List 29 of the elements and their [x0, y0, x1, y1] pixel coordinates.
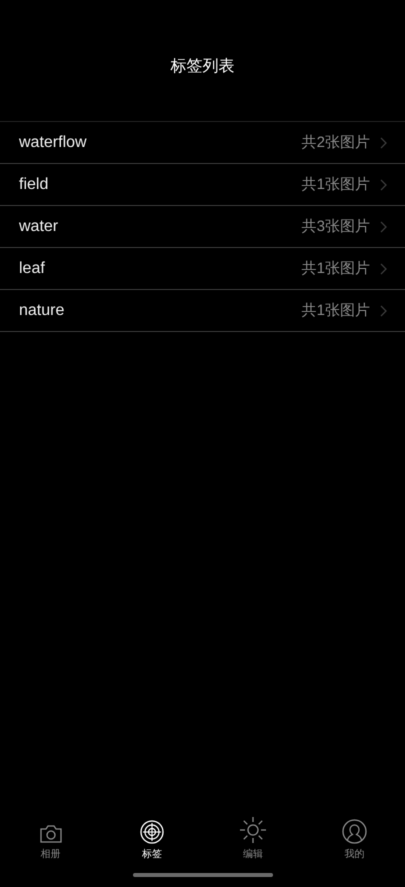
tab-button[interactable]: 我的	[304, 813, 405, 863]
tag-row[interactable]: field 共1张图片	[0, 164, 405, 206]
chevron-icon	[380, 262, 387, 274]
tab-button[interactable]: 标签	[101, 813, 202, 863]
photo-count: 共1张图片	[302, 175, 370, 194]
sun-icon	[239, 816, 268, 844]
target-icon	[140, 820, 164, 844]
tag-row[interactable]: waterflow 共2张图片	[0, 122, 405, 164]
tab-button[interactable]: 编辑	[202, 813, 304, 863]
page-title: 标签列表	[170, 56, 234, 77]
tag-name: leaf	[19, 260, 46, 278]
tag-name: field	[19, 176, 50, 194]
tag-row[interactable]: leaf 共1张图片	[0, 248, 405, 290]
camera-icon	[38, 824, 63, 844]
tag-row[interactable]: nature 共1张图片	[0, 290, 405, 332]
tag-row[interactable]: water 共3张图片	[0, 206, 405, 248]
chevron-icon	[380, 136, 387, 148]
photo-count: 共2张图片	[302, 133, 370, 152]
photo-count: 共1张图片	[302, 259, 370, 278]
tab-button[interactable]: 相册	[0, 813, 102, 863]
chevron-icon	[380, 304, 387, 316]
profile-icon	[342, 819, 367, 844]
chevron-icon	[380, 220, 387, 232]
tag-name: nature	[19, 302, 66, 320]
tag-name: waterflow	[19, 134, 88, 152]
photo-count: 共3张图片	[302, 217, 370, 236]
photo-count: 共1张图片	[302, 301, 370, 320]
chevron-icon	[380, 178, 387, 190]
tag-name: water	[19, 218, 60, 236]
